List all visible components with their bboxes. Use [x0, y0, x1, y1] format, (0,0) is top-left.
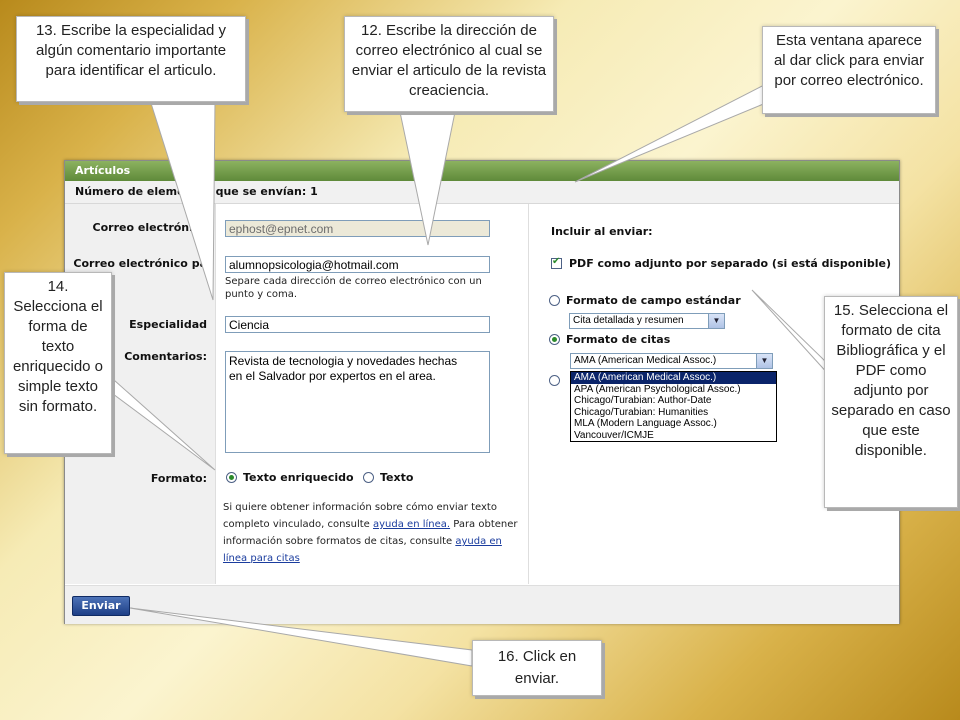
pointer-c16: [129, 607, 473, 667]
callout-14: 14. Selecciona el forma de texto enrique…: [4, 272, 112, 454]
callout-12: 12. Escribe la dirección de correo elect…: [344, 16, 554, 112]
pointer-c15: [751, 289, 831, 377]
pointer-c12: [399, 111, 456, 246]
callout-13: 13. Escribe la especialidad y algún come…: [16, 16, 246, 102]
callout-16: 16. Click en enviar.: [472, 640, 602, 696]
pointer-c14: [104, 370, 216, 471]
callout-window-info: Esta ventana aparece al dar click para e…: [762, 26, 936, 114]
pointer-cwin: [574, 81, 779, 183]
pointer-c13: [149, 99, 216, 301]
callout-15: 15. Selecciona el formato de cita Biblio…: [824, 296, 958, 508]
